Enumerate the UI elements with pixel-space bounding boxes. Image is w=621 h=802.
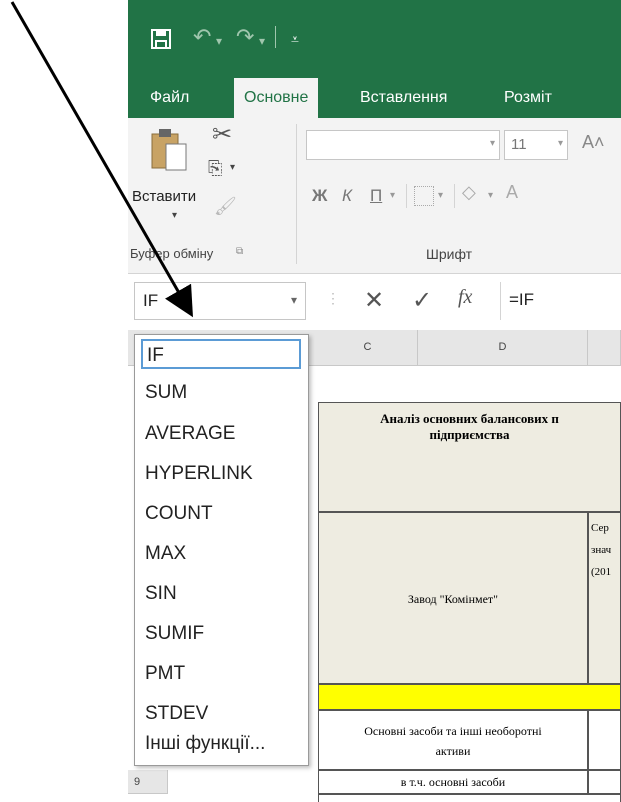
annotation-arrow bbox=[10, 1, 193, 318]
